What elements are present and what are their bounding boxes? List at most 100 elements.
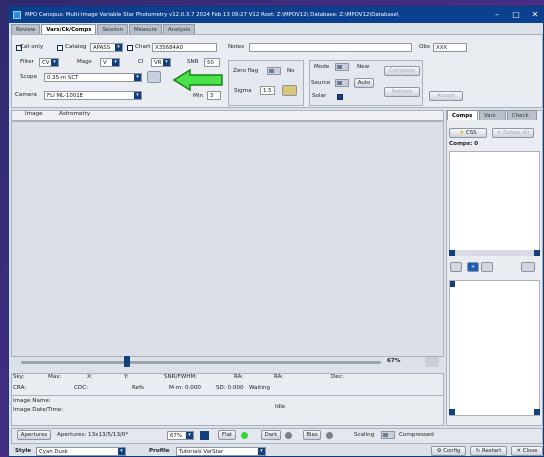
- style-dropdown[interactable]: Cyan Dusk ▾: [36, 447, 126, 456]
- catalog-dropdown[interactable]: APASS ▾: [90, 43, 123, 52]
- tab-analysis[interactable]: Analysis: [162, 24, 196, 34]
- scope-label: Scope: [20, 74, 38, 80]
- detail-scroll-up-icon[interactable]: [450, 281, 455, 287]
- complete-button[interactable]: Complete: [384, 66, 420, 76]
- zero-flag-value: No: [287, 68, 295, 74]
- solar-label: Solar: [312, 93, 327, 99]
- snr-input[interactable]: 50: [204, 58, 220, 67]
- image-name-label: Image Name:: [13, 398, 51, 404]
- profile-label: Profile: [149, 448, 170, 454]
- comps-list[interactable]: [449, 151, 540, 256]
- sigma-apply-button[interactable]: [282, 85, 297, 96]
- chart-label: Chart: [135, 44, 151, 50]
- scope-settings-button[interactable]: [147, 71, 161, 83]
- tab-review[interactable]: Review: [11, 24, 41, 34]
- restart-button[interactable]: ↻ Restart: [470, 446, 507, 456]
- bias-status-icon: [326, 432, 333, 439]
- scroll-right-icon[interactable]: [534, 250, 540, 256]
- status-max: Max:: [48, 374, 62, 380]
- minimize-icon[interactable]: –: [489, 9, 505, 20]
- tab-measure[interactable]: Measure: [129, 24, 162, 34]
- status-y: Y:: [124, 374, 129, 380]
- comps-detail-list[interactable]: [449, 280, 540, 416]
- zoom-slider-end: [425, 357, 439, 367]
- bias-button[interactable]: Bias: [303, 430, 321, 440]
- status-cra: CRA:: [13, 385, 27, 391]
- sigma-input[interactable]: 1.5: [260, 86, 275, 95]
- css-button[interactable]: ★ CSS: [449, 128, 487, 138]
- edit-comp-button[interactable]: [521, 262, 535, 272]
- catalog-label: Catalog: [65, 44, 87, 50]
- status-sky: Sky:: [13, 374, 25, 380]
- tab-astrometry[interactable]: Astrometry: [59, 110, 90, 119]
- add-comp-button[interactable]: +: [467, 262, 479, 272]
- delete-all-button[interactable]: ✕ Delete All: [492, 128, 534, 138]
- zoom-slider-track[interactable]: [21, 361, 381, 364]
- mags-dropdown[interactable]: V ▾: [100, 58, 120, 67]
- catalog-checkbox[interactable]: [57, 45, 63, 51]
- tab-vars-ck-comps[interactable]: Vars/Ck/Comps: [41, 24, 97, 34]
- filter-dropdown[interactable]: CV ▾: [39, 58, 59, 67]
- obs-input[interactable]: XXX: [433, 43, 467, 52]
- tab-vars[interactable]: Vars: [479, 110, 506, 120]
- min-input[interactable]: 3: [207, 91, 221, 100]
- notes-input[interactable]: [249, 43, 412, 52]
- config-button[interactable]: ⚙ Config: [431, 446, 466, 456]
- status-dec: Dec:: [331, 374, 344, 380]
- tab-session[interactable]: Session: [97, 24, 129, 34]
- scroll-left-icon[interactable]: [449, 250, 455, 256]
- status-m-m: M-m: 0.000: [169, 385, 201, 391]
- notes-label: Notes: [228, 44, 245, 50]
- camera-dropdown[interactable]: FLI ML-1001E ▾: [44, 91, 142, 100]
- status-snr-fwhm: SNR/FWHM:: [164, 374, 198, 380]
- chart-checkbox[interactable]: [127, 45, 133, 51]
- status-refs: Refs: [132, 385, 144, 391]
- window-title: MPO Canopus: Multi-Image Variable Star P…: [25, 12, 399, 18]
- solar-checkbox[interactable]: [337, 94, 343, 100]
- cat-only-label: Cat only: [20, 44, 44, 50]
- restart-icon: ↻: [475, 448, 481, 454]
- apertures-button[interactable]: Apertures: [17, 430, 51, 440]
- detail-scroll-left-icon[interactable]: [449, 409, 455, 415]
- zero-flag-toggle[interactable]: [267, 67, 281, 75]
- zoom-percent: 67%: [387, 358, 401, 364]
- mode-toggle[interactable]: [335, 63, 349, 71]
- zoom-slider-handle[interactable]: [124, 356, 130, 367]
- tab-comps[interactable]: Comps: [447, 110, 478, 120]
- chevron-down-icon: ▾: [163, 59, 170, 66]
- zoom-options-icon[interactable]: [200, 431, 209, 440]
- bottom-zoom-dropdown[interactable]: 67% ▾: [167, 431, 194, 440]
- refresh-button[interactable]: Refresh: [384, 87, 420, 97]
- scaling-toggle[interactable]: [381, 431, 395, 439]
- maximize-icon[interactable]: □: [508, 9, 524, 20]
- delete-icon: ✕: [496, 130, 502, 136]
- camera-label: Camera: [15, 92, 37, 98]
- detail-scroll-right-icon[interactable]: [534, 409, 540, 415]
- status-x: X:: [87, 374, 93, 380]
- status-ra1: RA:: [234, 374, 244, 380]
- flat-button[interactable]: Flat: [218, 430, 236, 440]
- source-toggle[interactable]: [335, 79, 349, 87]
- remove-comp-button[interactable]: [481, 262, 493, 272]
- filter-label: Filter: [20, 59, 34, 65]
- chart-input[interactable]: X35684A0: [152, 43, 217, 52]
- scope-dropdown[interactable]: 0.35-m SCT ▾: [44, 73, 142, 82]
- main-tabs: Review Vars/Ck/Comps Session Measure Ana…: [9, 24, 543, 34]
- dark-button[interactable]: Dark: [261, 430, 281, 440]
- comps-hscrollbar[interactable]: [449, 250, 540, 256]
- obs-label: Obs: [419, 44, 430, 50]
- dark-status-icon: [285, 432, 292, 439]
- close-button[interactable]: ✕ Close: [511, 446, 543, 456]
- ci-dropdown[interactable]: VR ▾: [151, 58, 171, 67]
- move-left-button[interactable]: [450, 262, 462, 272]
- image-canvas[interactable]: [11, 121, 444, 357]
- tab-check[interactable]: Check: [507, 110, 537, 120]
- tab-image[interactable]: Image: [25, 110, 43, 119]
- source-auto-button[interactable]: Auto: [354, 78, 374, 88]
- accept-button[interactable]: Accept: [429, 91, 463, 101]
- source-label: Source: [311, 80, 331, 86]
- min-label: Min: [193, 93, 203, 99]
- close-icon: ✕: [516, 448, 522, 454]
- close-icon[interactable]: ✕: [527, 9, 543, 20]
- profile-dropdown[interactable]: Tutorials VarStar ▾: [176, 447, 266, 456]
